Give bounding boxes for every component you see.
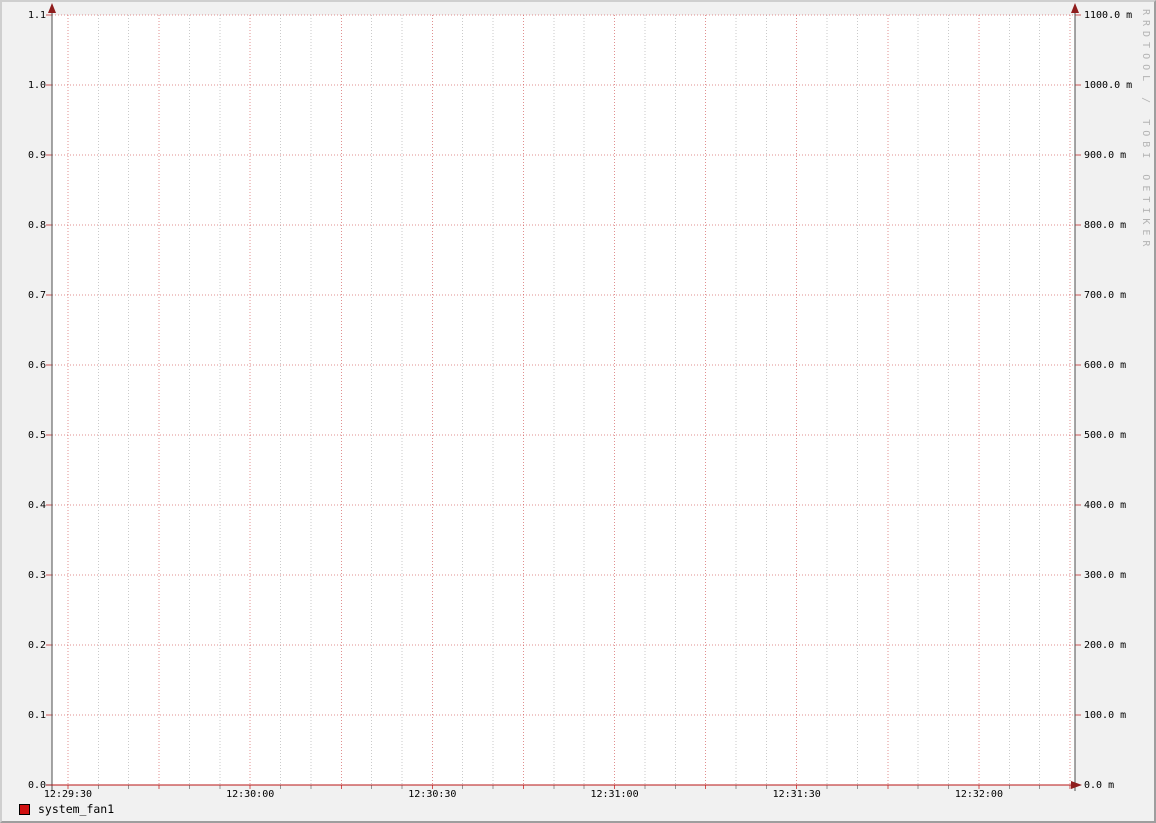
x-axis-tick-label: 12:30:00 [226, 789, 275, 800]
legend: system_fan1 [19, 802, 114, 816]
y-axis-tick-label-right: 700.0 m [1084, 290, 1127, 301]
y-axis-tick-label-right: 200.0 m [1084, 640, 1127, 651]
x-axis-arrow [1071, 781, 1082, 789]
x-axis-tick-label: 12:29:30 [43, 789, 93, 800]
y-axis-tick-label-left: 0.9 [27, 150, 46, 161]
y-axis-tick-label-left: 0.2 [27, 640, 46, 651]
y-axis-tick-label-right: 100.0 m [1084, 710, 1127, 721]
y-axis-tick-label-left: 0.3 [27, 570, 46, 581]
plot-area [46, 3, 1082, 791]
y-axis-tick-label-left: 1.1 [27, 10, 46, 21]
chart-canvas [52, 15, 1075, 785]
rrdtool-graph: 1.1 1.0 0.9 0.8 0.7 0.6 0.5 0.4 0.3 0.2 0.1 0.0 110… [0, 0, 1156, 823]
y-axis-arrow-left [48, 3, 56, 13]
y-axis-tick-label-right: 500.0 m [1084, 430, 1127, 441]
y-axis-tick-label-right: 600.0 m [1084, 360, 1127, 371]
x-axis-tick-label: 12:32:00 [954, 789, 1003, 800]
y-axis-tick-label-left: 0.1 [27, 710, 46, 721]
y-axis-tick-label-right: 0.0 m [1084, 780, 1115, 791]
x-axis-tick-label: 12:30:30 [408, 789, 457, 800]
y-axis-tick-label-right: 400.0 m [1084, 500, 1127, 511]
y-axis-tick-label-left: 0.6 [27, 360, 46, 371]
y-axis-tick-label-left: 0.5 [27, 430, 46, 441]
rrdtool-watermark: RRDTOOL / TOBI OETIKER [1140, 9, 1151, 252]
legend-label: system_fan1 [38, 801, 115, 816]
y-axis-tick-label-left: 0.7 [27, 290, 46, 301]
x-axis-tick-label: 12:31:00 [590, 789, 639, 800]
legend-color-swatch [19, 803, 30, 815]
x-axis-tick-label: 12:31:30 [772, 789, 821, 800]
y-axis-tick-label-left: 0.4 [27, 500, 46, 511]
y-axis-tick-label-left: 0.8 [27, 220, 46, 231]
y-axis-tick-label-right: 300.0 m [1084, 570, 1127, 581]
y-axis-arrow-right [1071, 3, 1079, 13]
y-axis-tick-label-left: 1.0 [27, 80, 46, 91]
